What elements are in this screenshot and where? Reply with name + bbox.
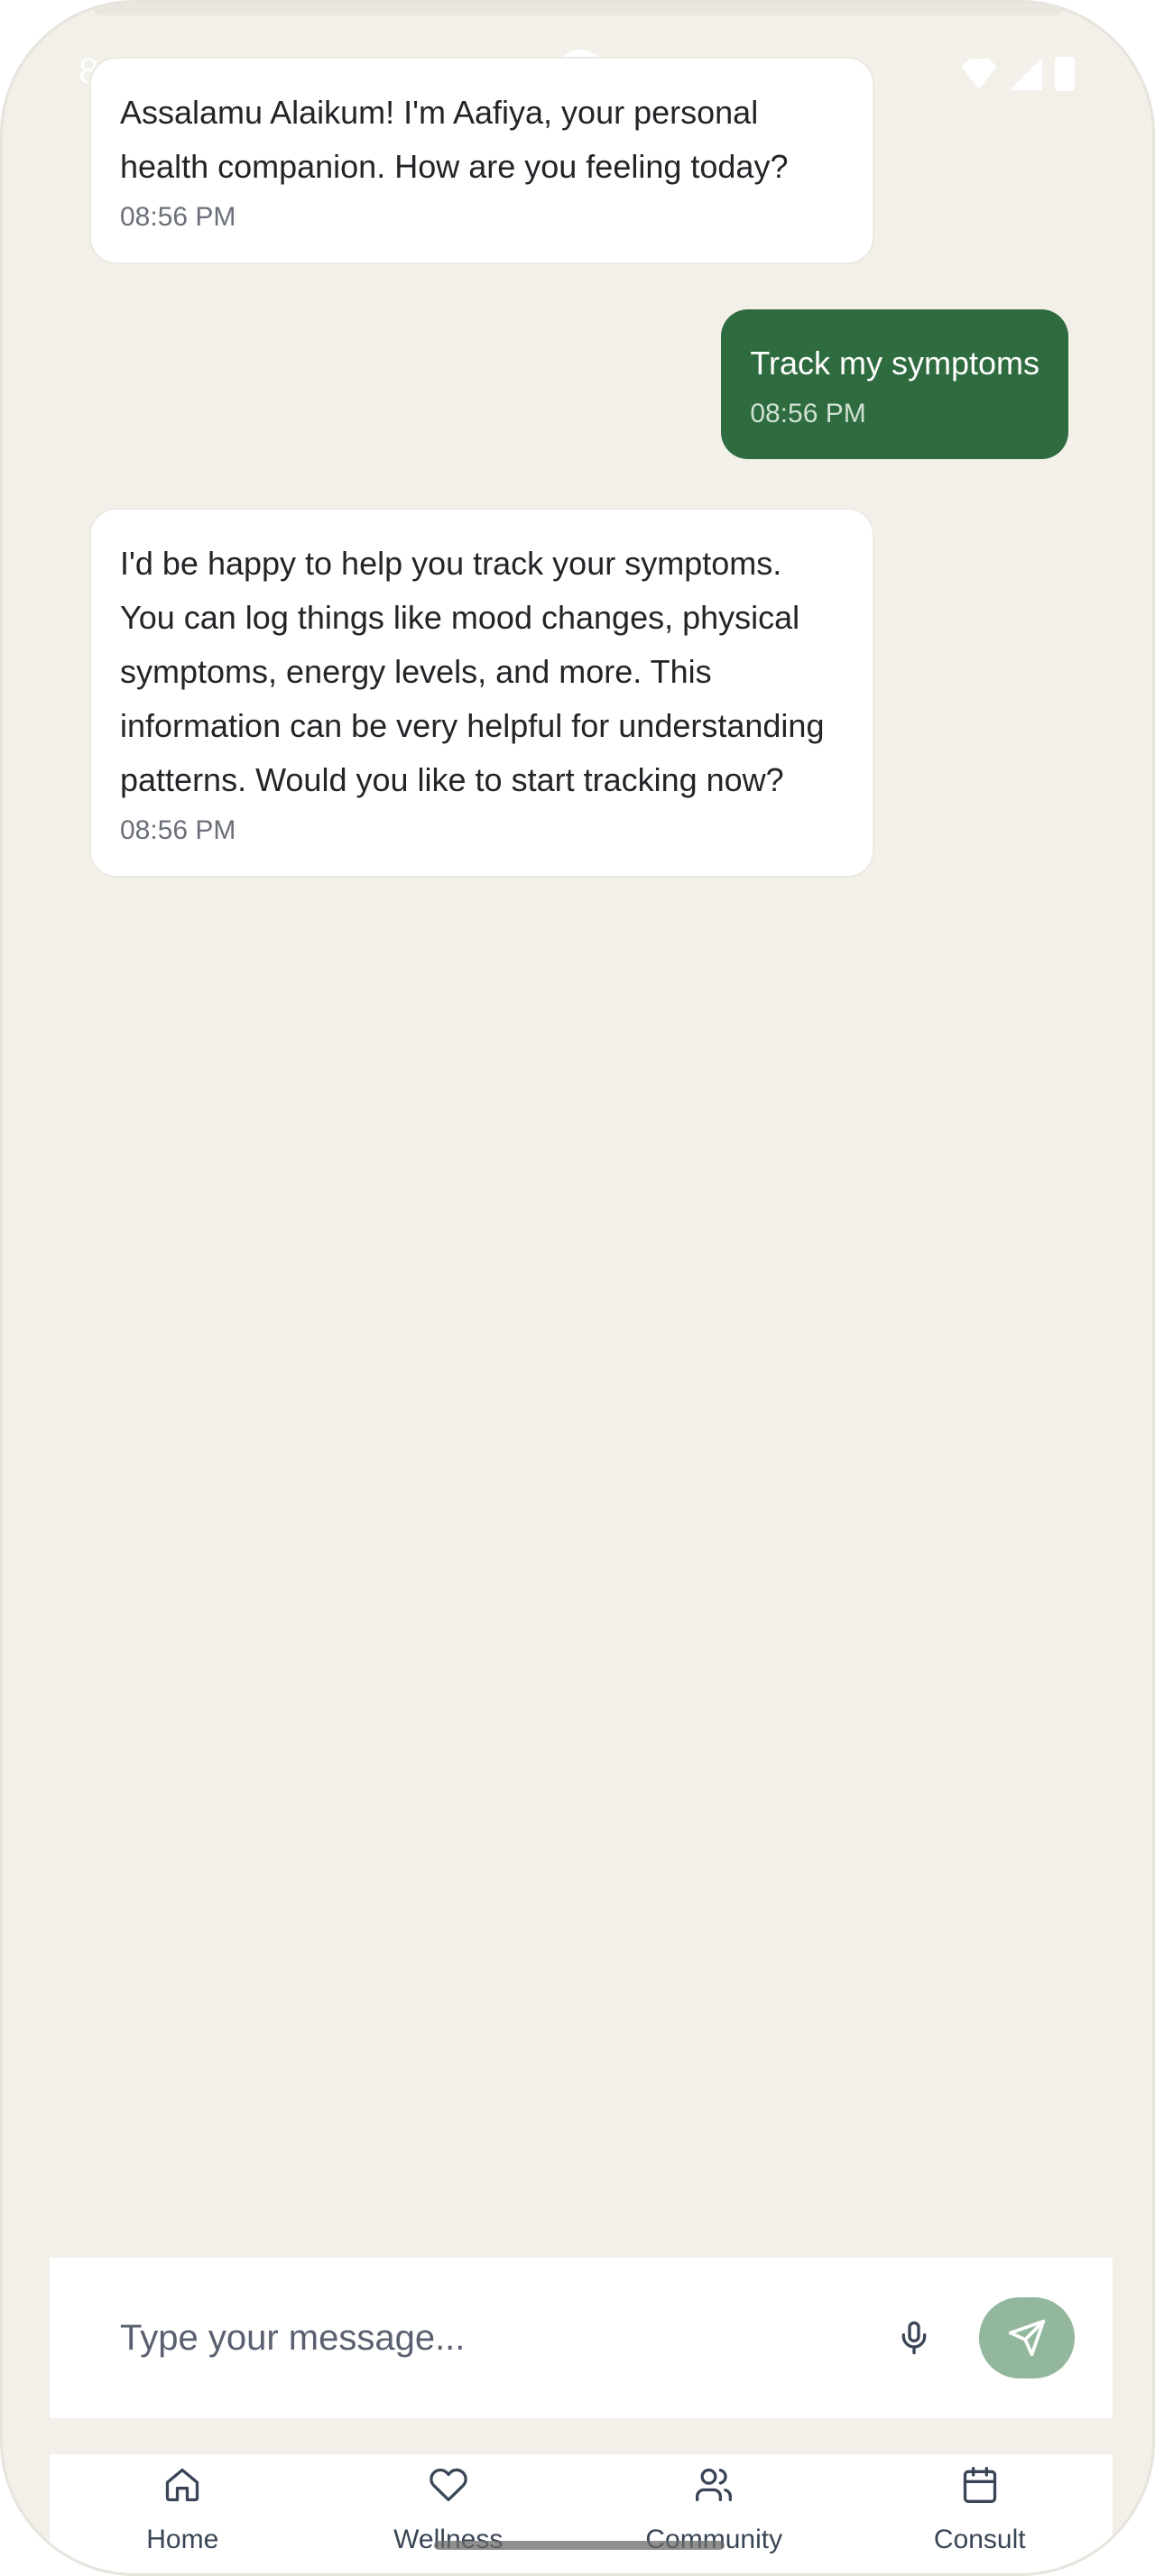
nav-item-wellness[interactable]: Wellness [349, 2454, 548, 2573]
mic-button[interactable] [887, 2311, 941, 2365]
status-icons [961, 57, 1075, 91]
nav-label: Consult [933, 2525, 1026, 2554]
phone-screen: 8 Assalamu Alaikum! I'm Aafiya, your per… [0, 0, 1155, 2576]
nav-label: Home [146, 2525, 219, 2554]
nav-item-home[interactable]: Home [83, 2454, 282, 2573]
message-text: Track my symptoms [750, 345, 1040, 382]
send-icon [1008, 2319, 1046, 2357]
calendar-icon [963, 2467, 996, 2503]
battery-icon [1055, 57, 1075, 91]
home-icon [166, 2468, 199, 2502]
users-icon [696, 2468, 733, 2502]
bottom-nav: Home Wellness Community Consult [50, 2454, 1113, 2573]
message-input[interactable] [50, 2317, 887, 2359]
message-composer [50, 2258, 1113, 2418]
heart-icon [430, 2468, 467, 2502]
bot-message: Assalamu Alaikum! I'm Aafiya, your perso… [89, 57, 874, 264]
send-button[interactable] [979, 2297, 1075, 2378]
message-text: Assalamu Alaikum! I'm Aafiya, your perso… [120, 94, 789, 185]
nav-item-community[interactable]: Community [614, 2454, 813, 2573]
nav-label: Community [645, 2525, 783, 2554]
nav-label: Wellness [393, 2525, 504, 2554]
screen-top-edge [93, 3, 1062, 15]
bot-message: I'd be happy to help you track your symp… [89, 508, 874, 878]
mic-icon [901, 2321, 927, 2355]
message-text: I'd be happy to help you track your symp… [120, 545, 825, 798]
nav-item-consult[interactable]: Consult [881, 2454, 1079, 2573]
message-time: 08:56 PM [750, 399, 866, 428]
signal-icon [1010, 58, 1042, 90]
wifi-icon [961, 59, 997, 89]
home-indicator[interactable] [434, 2541, 725, 2550]
message-time: 08:56 PM [120, 202, 236, 232]
message-time: 08:56 PM [120, 815, 236, 845]
user-message: Track my symptoms 08:56 PM [721, 309, 1068, 459]
